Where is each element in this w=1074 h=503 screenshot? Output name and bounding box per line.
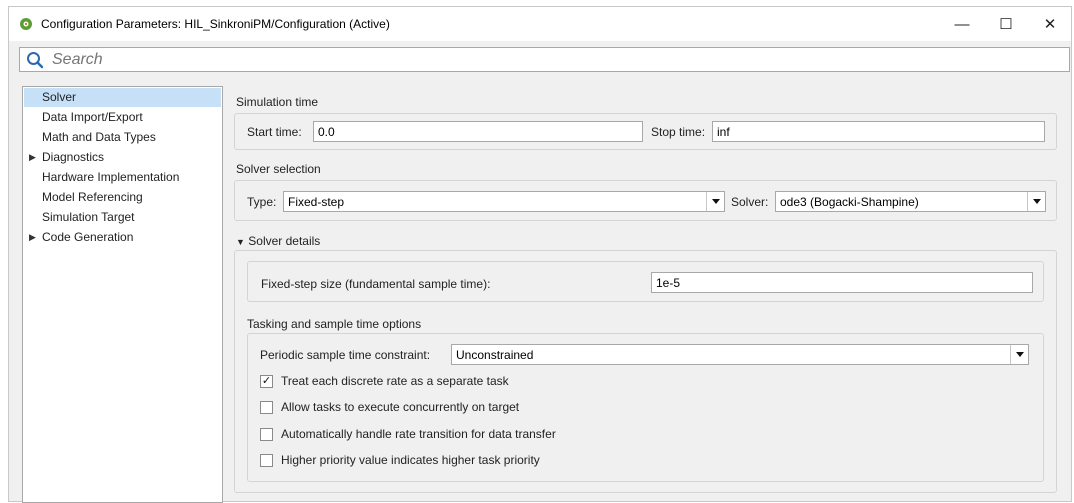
checkbox-separate-task[interactable]: ✓ [260,375,273,388]
chevron-down-icon [1015,352,1024,357]
start-time-field[interactable] [313,121,643,142]
checkbox-rate-transition-label[interactable]: Automatically handle rate transition for… [281,427,556,441]
search-icon [27,52,44,69]
tree-item-math-data-types[interactable]: Math and Data Types [24,128,221,147]
fixed-step-size-label: Fixed-step size (fundamental sample time… [261,277,491,291]
maximize-icon: ☐ [999,16,1013,33]
tree-item-data-import-export[interactable]: Data Import/Export [24,108,221,127]
dropdown-arrow-button[interactable] [1027,192,1045,211]
tree-item-solver[interactable]: Solver [24,88,221,107]
solver-details-group: Fixed-step size (fundamental sample time… [234,250,1057,493]
simulation-time-group: Start time: Stop time: [234,113,1057,150]
checkbox-priority-label[interactable]: Higher priority value indicates higher t… [281,453,540,467]
checkbox-concurrent-tasks[interactable] [260,401,273,414]
periodic-constraint-dropdown[interactable]: Unconstrained [451,344,1029,365]
dropdown-arrow-button[interactable] [706,192,724,211]
expand-arrow-icon[interactable]: ▶ [29,228,36,247]
periodic-constraint-value: Unconstrained [456,348,534,362]
checkbox-concurrent-tasks-label[interactable]: Allow tasks to execute concurrently on t… [281,400,519,414]
stop-time-label: Stop time: [651,125,706,139]
checkbox-priority[interactable] [260,454,273,467]
solver-dropdown[interactable]: ode3 (Bogacki-Shampine) [775,191,1046,212]
solver-dropdown-value: ode3 (Bogacki-Shampine) [780,195,919,209]
fixed-step-size-field[interactable] [651,272,1033,293]
simulink-app-icon [20,18,32,30]
solver-details-toggle[interactable]: ▼ Solver details [236,234,320,248]
type-dropdown[interactable]: Fixed-step [283,191,725,212]
tasking-box: Periodic sample time constraint: Unconst… [247,333,1044,482]
tree-item-simulation-target[interactable]: Simulation Target [24,208,221,227]
checkbox-rate-transition[interactable] [260,428,273,441]
category-tree: Solver Data Import/Export Math and Data … [22,86,223,503]
checkmark-icon: ✓ [261,375,272,387]
solver-selection-group: Type: Fixed-step Solver: ode3 (Bogacki-S… [234,180,1057,221]
chevron-down-icon [1032,199,1041,204]
minimize-icon: — [954,15,970,33]
chevron-down-icon [711,199,720,204]
tree-item-code-generation[interactable]: ▶ Code Generation [24,228,221,247]
window-title: Configuration Parameters: HIL_SinkroniPM… [41,17,390,31]
config-params-window: Configuration Parameters: HIL_SinkroniPM… [8,6,1072,503]
collapse-arrow-icon: ▼ [236,237,245,247]
simulation-time-title: Simulation time [236,95,319,109]
dropdown-arrow-button[interactable] [1010,345,1028,364]
close-button[interactable]: ✕ [1028,7,1072,41]
tree-item-hardware-implementation[interactable]: Hardware Implementation [24,168,221,187]
tree-item-label: Hardware Implementation [42,170,180,184]
solver-details-title: Solver details [248,234,321,248]
solver-selection-title: Solver selection [236,162,321,176]
tasking-title: Tasking and sample time options [247,317,422,331]
tree-item-label: Simulation Target [42,210,135,224]
close-icon: ✕ [1043,16,1057,33]
start-time-label: Start time: [247,125,302,139]
tree-item-label: Math and Data Types [42,130,156,144]
minimize-button[interactable]: — [940,7,984,41]
periodic-constraint-label: Periodic sample time constraint: [260,348,431,362]
tree-item-label: Solver [42,90,77,104]
tree-item-label: Diagnostics [42,150,105,164]
title-bar: Configuration Parameters: HIL_SinkroniPM… [9,7,1071,41]
stop-time-field[interactable] [712,121,1045,142]
tree-item-label: Model Referencing [42,190,143,204]
search-input[interactable] [50,49,1060,70]
type-dropdown-value: Fixed-step [288,195,345,209]
solver-label: Solver: [731,195,769,209]
step-size-box: Fixed-step size (fundamental sample time… [247,261,1044,302]
search-bar [19,47,1070,72]
expand-arrow-icon[interactable]: ▶ [29,148,36,167]
tree-item-label: Code Generation [42,230,134,244]
maximize-button[interactable]: ☐ [984,7,1028,41]
type-label: Type: [247,195,277,209]
checkbox-separate-task-label[interactable]: Treat each discrete rate as a separate t… [281,374,509,388]
tree-item-model-referencing[interactable]: Model Referencing [24,188,221,207]
tree-item-label: Data Import/Export [42,110,143,124]
tree-item-diagnostics[interactable]: ▶ Diagnostics [24,148,221,167]
